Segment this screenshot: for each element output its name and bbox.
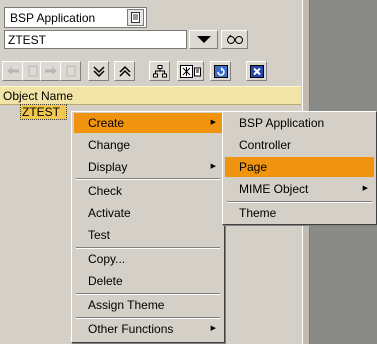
menu-item-check-label: Check [88, 184, 123, 198]
tree-column-header: Object Name [0, 86, 301, 105]
forward-icon [44, 67, 57, 75]
tree-node-label: ZTEST [22, 105, 60, 119]
menu-item-other-functions[interactable]: Other Functions ▶ [74, 319, 222, 339]
app-type-select[interactable]: BSP Application [4, 7, 147, 28]
menu-item-create-label: Create [88, 116, 125, 130]
menu-item-copy[interactable]: Copy... [74, 249, 222, 269]
select-button[interactable] [177, 61, 204, 81]
menu-item-theme-label: Theme [239, 206, 277, 220]
menu-item-delete-label: Delete [88, 274, 123, 288]
menu-item-controller[interactable]: Controller [225, 135, 374, 155]
menu-item-activate[interactable]: Activate [74, 203, 222, 223]
forward-page-icon [66, 65, 75, 77]
menu-item-display-label: Display [88, 160, 128, 174]
menu-item-mime-object[interactable]: MIME Object ▶ [225, 179, 374, 199]
menu-item-bsp-application[interactable]: BSP Application [225, 113, 374, 133]
menu-separator [76, 178, 220, 180]
collapse-icon [118, 65, 131, 77]
menu-item-assign-theme-label: Assign Theme [88, 298, 165, 312]
object-name-input[interactable]: ZTEST [4, 30, 187, 49]
app-type-select-value: BSP Application [10, 11, 96, 25]
collapse-button[interactable] [114, 61, 135, 81]
menu-item-activate-label: Activate [88, 206, 131, 220]
object-name-value: ZTEST [8, 33, 46, 47]
submenu-arrow-icon: ▶ [210, 163, 216, 170]
menu-item-create[interactable]: Create ▶ [74, 113, 222, 133]
submenu-arrow-icon: ▶ [210, 325, 216, 332]
close-icon [249, 64, 264, 78]
menu-item-change[interactable]: Change [74, 135, 222, 155]
create-submenu: BSP Application Controller Page MIME Obj… [222, 111, 377, 225]
back-icon [6, 67, 19, 75]
menu-item-copy-label: Copy... [88, 252, 126, 266]
triangle-down-icon [197, 36, 211, 43]
select-icon [179, 64, 201, 78]
forward-button[interactable] [40, 61, 61, 81]
menu-item-assign-theme[interactable]: Assign Theme [74, 295, 222, 315]
tree-node-selected[interactable]: ZTEST [20, 104, 67, 120]
menu-item-check[interactable]: Check [74, 181, 222, 201]
context-menu: Create ▶ Change Display ▶ Check Activate… [71, 111, 225, 343]
menu-item-theme[interactable]: Theme [225, 203, 374, 223]
hierarchy-button[interactable] [149, 61, 170, 81]
menu-item-test[interactable]: Test [74, 225, 222, 245]
close-button[interactable] [246, 61, 267, 81]
display-button[interactable] [221, 30, 248, 49]
glasses-icon [226, 34, 243, 44]
menu-item-page-label: Page [239, 160, 268, 174]
expand-button[interactable] [88, 61, 109, 81]
menu-item-change-label: Change [88, 138, 131, 152]
menu-item-mime-object-label: MIME Object [239, 182, 309, 196]
submenu-arrow-icon: ▶ [210, 119, 216, 126]
refresh-button[interactable] [210, 61, 231, 81]
menu-item-display[interactable]: Display ▶ [74, 157, 222, 177]
column-header-label: Object Name [3, 89, 74, 103]
submenu-arrow-icon: ▶ [362, 185, 368, 192]
expand-icon [92, 65, 105, 77]
back-page-icon [28, 65, 37, 77]
refresh-icon [213, 64, 228, 78]
menu-item-bsp-application-label: BSP Application [239, 116, 325, 130]
menu-item-delete[interactable]: Delete [74, 271, 222, 291]
hierarchy-icon [152, 64, 167, 77]
forward-page-button[interactable] [60, 61, 81, 81]
menu-item-test-label: Test [88, 228, 111, 242]
menu-item-page[interactable]: Page [225, 157, 374, 177]
back-button[interactable] [2, 61, 23, 81]
menu-item-controller-label: Controller [239, 138, 292, 152]
dropdown-button[interactable] [189, 30, 218, 49]
list-icon[interactable] [127, 9, 144, 26]
menu-item-other-functions-label: Other Functions [88, 322, 174, 336]
